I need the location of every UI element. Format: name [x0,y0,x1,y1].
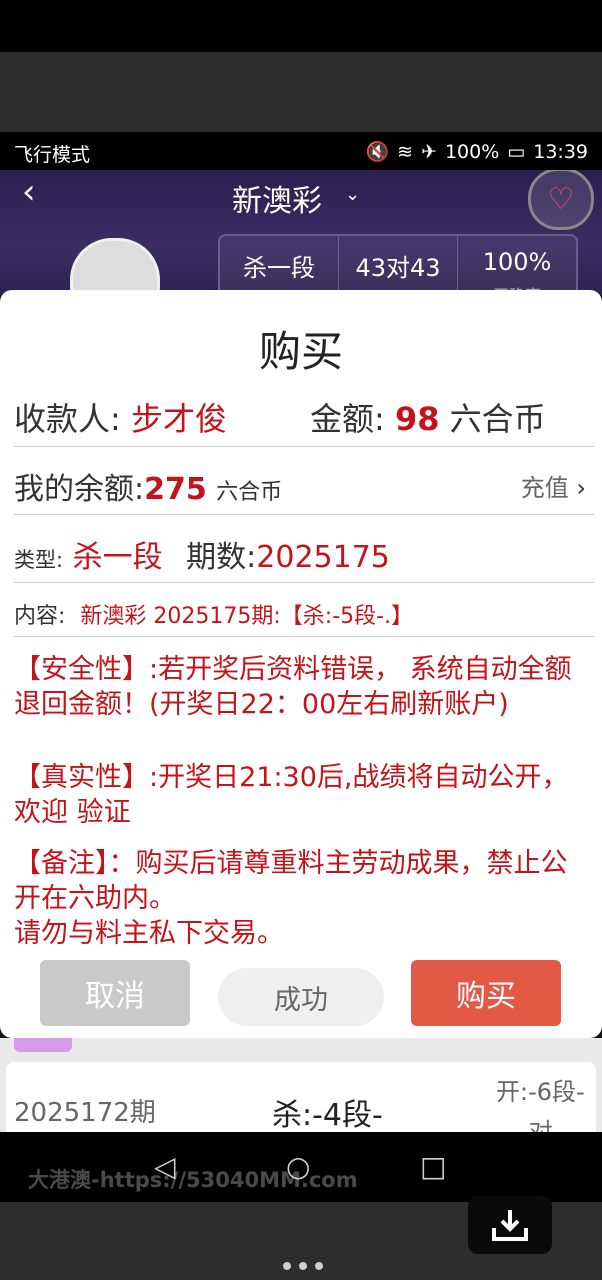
recents-square-icon[interactable]: □ [420,1150,446,1183]
purchase-dialog: 购买 收款人: 步才俊 金额: 98 六合币 我的余额:275 六合币 充值 ›… [0,290,602,1038]
airplane-icon: ✈ [421,140,437,163]
download-icon [492,1210,528,1241]
recharge-link[interactable]: 充值 › [521,468,586,503]
payee-row: 收款人: 步才俊 金额: 98 六合币 [14,394,588,440]
notice-safety: 【安全性】:若开奖后资料错误， 系统自动全额退回金额！(开奖日22：00左右刷新… [14,654,572,720]
page-title[interactable]: 新澳彩 [232,176,322,220]
avatar [70,238,160,295]
favorite-button[interactable]: ♡ [528,170,594,230]
top-gray-bar [0,52,602,132]
type-label: 类型: [14,548,64,572]
mute-icon: 🔇 [365,141,390,163]
payee-name: 步才俊 [130,400,227,438]
success-button[interactable]: 成功 [218,968,384,1026]
chevron-right-icon: › [576,474,586,502]
notice-authenticity: 【真实性】:开奖日21:30后,战绩将自动公开，欢迎 验证 [14,762,569,828]
battery-icon: ▭ [507,140,526,163]
stat-accuracy: 100% 正确率 [458,236,576,295]
back-icon[interactable]: ‹ [22,172,36,212]
page-indicator [283,1262,323,1270]
recharge-label: 充值 [520,474,569,502]
notice-private-trade: 请勿与料主私下交易。 [14,918,284,949]
download-button[interactable] [468,1196,552,1254]
period-label: 期数: [186,540,257,575]
back-triangle-icon[interactable]: ◁ [154,1150,176,1183]
page-dot [283,1262,291,1270]
clock-label: 13:39 [533,140,588,163]
divider [14,446,594,447]
amount-unit: 六合币 [449,400,546,438]
page-dot [315,1262,323,1270]
buy-button[interactable]: 购买 [411,960,561,1026]
wifi-icon: ≋ [397,140,414,163]
balance-label: 我的余额: [14,472,145,507]
divider [14,514,594,515]
battery-label: 100% [444,140,500,163]
home-circle-icon[interactable]: ○ [286,1150,310,1183]
type-value: 杀一段 [72,540,163,575]
stat-type-value: 杀一段 [243,254,315,282]
notice-remark: 【备注】：购买后请尊重料主劳动成果，禁止公开在六助内。 [14,848,568,914]
cancel-button[interactable]: 取消 [40,960,190,1026]
balance-value: 275 [144,472,207,507]
status-bar: 飞行模式 🔇 ≋ ✈ 100% ▭ 13:39 [0,132,602,170]
airplane-mode-label: 飞行模式 [14,144,91,166]
stats-box: 杀一段 类型 43对43 战绩 100% 正确率 [218,234,578,295]
navigation-bar: 大港澳-https://53040MM.com ◁ ○ □ [0,1132,602,1202]
stat-type: 杀一段 类型 [220,236,339,295]
stat-accuracy-value: 100% [482,248,552,276]
page-dot [299,1262,307,1270]
app-header: ‹ 新澳彩 ⌄ ♡ 杀一段 类型 43对43 战绩 100% 正确率 [0,170,602,295]
amount-value: 98 [394,400,440,438]
content-row: 内容: 新澳彩 2025175期:【杀:-5段-.】 [14,598,588,630]
stat-record-value: 43对43 [355,254,441,282]
list-item-prediction: 杀:-4段- [272,1098,383,1133]
list-tag [14,1038,72,1052]
divider [14,582,594,583]
period-value: 2025175 [256,540,390,575]
payee-label: 收款人: [14,400,121,438]
prediction-list: 2025172期 杀:-4段- 开:-6段- -对- [0,1038,602,1152]
content-label: 内容: [14,604,66,629]
balance-unit: 六合币 [216,480,283,505]
balance-row: 我的余额:275 六合币 充值 › [14,464,588,508]
list-item-issue: 2025172期 [14,1098,156,1128]
stat-record: 43对43 战绩 [339,236,458,295]
heart-icon: ♡ [547,181,575,217]
dialog-title: 购买 [258,327,343,376]
amount-label: 金额: [310,400,385,438]
divider [14,636,594,637]
chevron-down-icon[interactable]: ⌄ [345,184,360,205]
type-row: 类型: 杀一段 期数:2025175 [14,532,588,576]
top-black-bar [0,0,602,52]
content-value: 新澳彩 2025175期:【杀:-5段-.】 [80,604,414,629]
list-item-open: 开:-6段- [496,1078,585,1106]
